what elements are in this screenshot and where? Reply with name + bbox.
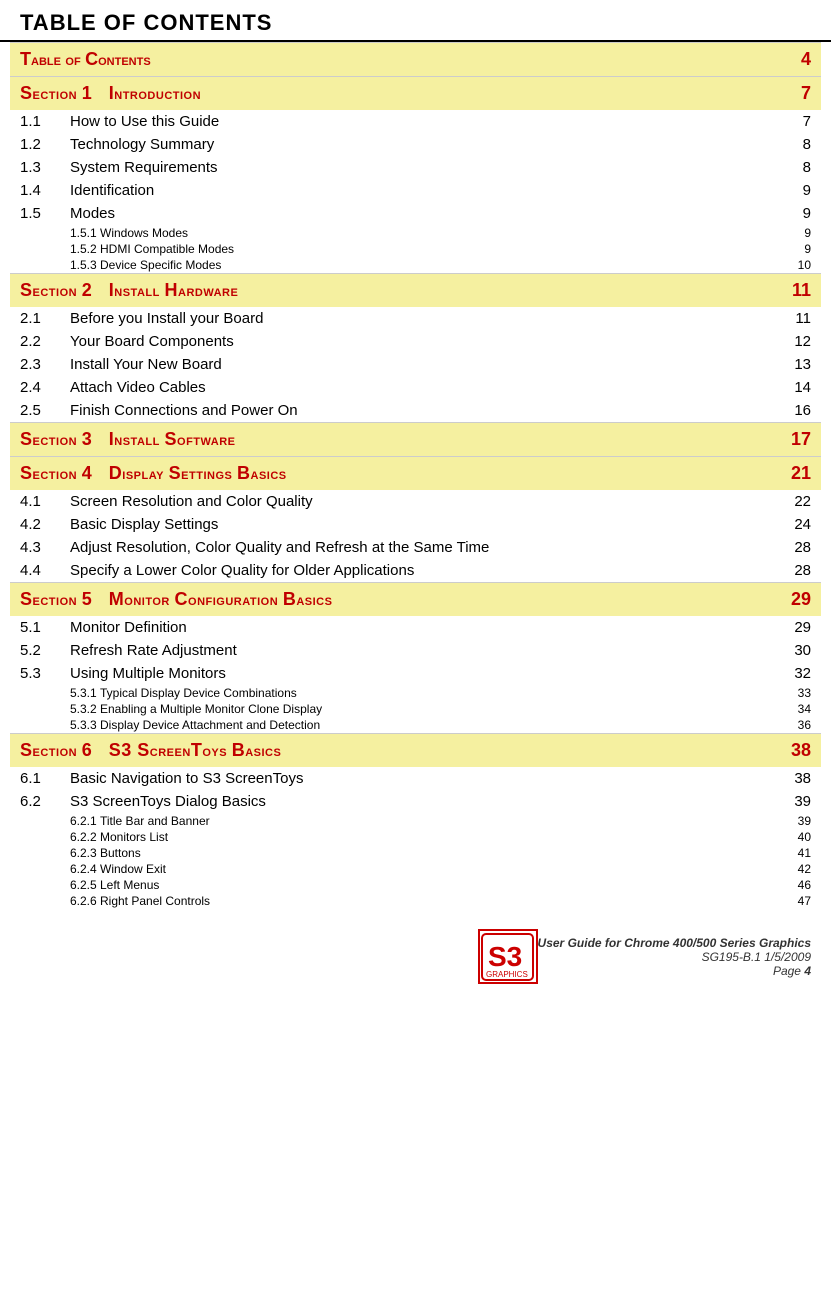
entry-6-1: 6.1 Basic Navigation to S3 ScreenToys 38 (10, 767, 821, 790)
entry-4-3: 4.3 Adjust Resolution, Color Quality and… (10, 536, 821, 559)
sub-entry-5-3-3: 5.3.3 Display Device Attachment and Dete… (10, 717, 821, 733)
section2-title: Section 2 Install Hardware (20, 280, 238, 301)
entry-5-1: 5.1 Monitor Definition 29 (10, 616, 821, 639)
toc-header-row: Table of Contents 4 (10, 42, 821, 76)
sub-entry-6-2-4: 6.2.4 Window Exit 42 (10, 861, 821, 877)
entry-5-2: 5.2 Refresh Rate Adjustment 30 (10, 639, 821, 662)
entry-4-1: 4.1 Screen Resolution and Color Quality … (10, 490, 821, 513)
toc-page-num: 4 (801, 49, 811, 70)
sub-entry-6-2-6: 6.2.6 Right Panel Controls 47 (10, 893, 821, 909)
entry-2-5: 2.5 Finish Connections and Power On 16 (10, 399, 821, 422)
entry-2-1: 2.1 Before you Install your Board 11 (10, 307, 821, 330)
entry-2-3: 2.3 Install Your New Board 13 (10, 353, 821, 376)
sub-entry-6-2-1: 6.2.1 Title Bar and Banner 39 (10, 813, 821, 829)
footer-doc-id: SG195-B.1 1/5/2009 (538, 950, 811, 964)
footer-text: User Guide for Chrome 400/500 Series Gra… (538, 936, 811, 978)
sub-entry-1-5-1: 1.5.1 Windows Modes 9 (10, 225, 821, 241)
section5-title: Section 5 Monitor Configuration Basics (20, 589, 332, 610)
section5-header: Section 5 Monitor Configuration Basics 2… (10, 582, 821, 616)
sub-entry-5-3-2: 5.3.2 Enabling a Multiple Monitor Clone … (10, 701, 821, 717)
section2-header: Section 2 Install Hardware 11 (10, 273, 821, 307)
entry-1-1: 1.1 How to Use this Guide 7 (10, 110, 821, 133)
entry-1-3: 1.3 System Requirements 8 (10, 156, 821, 179)
section4-header: Section 4 Display Settings Basics 21 (10, 456, 821, 490)
entry-1-5: 1.5 Modes 9 (10, 202, 821, 225)
page-wrapper: TABLE OF CONTENTS Table of Contents 4 Se… (0, 0, 831, 994)
entry-4-2: 4.2 Basic Display Settings 24 (10, 513, 821, 536)
entry-2-4: 2.4 Attach Video Cables 14 (10, 376, 821, 399)
section1-header: Section 1 Introduction 7 (10, 76, 821, 110)
sub-entry-6-2-5: 6.2.5 Left Menus 46 (10, 877, 821, 893)
toc-section-title: Table of Contents (20, 49, 151, 70)
section6-title: Section 6 S3 ScreenToys Basics (20, 740, 281, 761)
section4-title: Section 4 Display Settings Basics (20, 463, 287, 484)
section6-page: 38 (791, 740, 811, 761)
section1-title: Section 1 Introduction (20, 83, 201, 104)
s3-logo: S3 GRAPHICS (478, 929, 538, 984)
sub-entry-6-2-3: 6.2.3 Buttons 41 (10, 845, 821, 861)
entry-1-2: 1.2 Technology Summary 8 (10, 133, 821, 156)
page-header-title: TABLE OF CONTENTS (20, 10, 811, 36)
svg-text:S3: S3 (488, 941, 522, 972)
section2-page: 11 (792, 280, 811, 301)
content-area: Table of Contents 4 Section 1 Introducti… (0, 42, 831, 909)
section3-title: Section 3 Install Software (20, 429, 236, 450)
s3-logo-svg: S3 GRAPHICS (480, 932, 535, 982)
sub-entry-5-3-1: 5.3.1 Typical Display Device Combination… (10, 685, 821, 701)
entry-1-4: 1.4 Identification 9 (10, 179, 821, 202)
footer-page: Page 4 (538, 964, 811, 978)
section6-header: Section 6 S3 ScreenToys Basics 38 (10, 733, 821, 767)
section4-page: 21 (791, 463, 811, 484)
svg-text:GRAPHICS: GRAPHICS (486, 970, 528, 979)
page-footer: S3 GRAPHICS User Guide for Chrome 400/50… (0, 919, 831, 994)
entry-6-2: 6.2 S3 ScreenToys Dialog Basics 39 (10, 790, 821, 813)
section5-page: 29 (791, 589, 811, 610)
entry-5-3: 5.3 Using Multiple Monitors 32 (10, 662, 821, 685)
entry-2-2: 2.2 Your Board Components 12 (10, 330, 821, 353)
section3-page: 17 (791, 429, 811, 450)
entry-4-4: 4.4 Specify a Lower Color Quality for Ol… (10, 559, 821, 582)
section1-page: 7 (801, 83, 811, 104)
sub-entry-6-2-2: 6.2.2 Monitors List 40 (10, 829, 821, 845)
sub-entry-1-5-3: 1.5.3 Device Specific Modes 10 (10, 257, 821, 273)
section3-header: Section 3 Install Software 17 (10, 422, 821, 456)
footer-doc-title: User Guide for Chrome 400/500 Series Gra… (538, 936, 811, 950)
page-header: TABLE OF CONTENTS (0, 0, 831, 42)
sub-entry-1-5-2: 1.5.2 HDMI Compatible Modes 9 (10, 241, 821, 257)
